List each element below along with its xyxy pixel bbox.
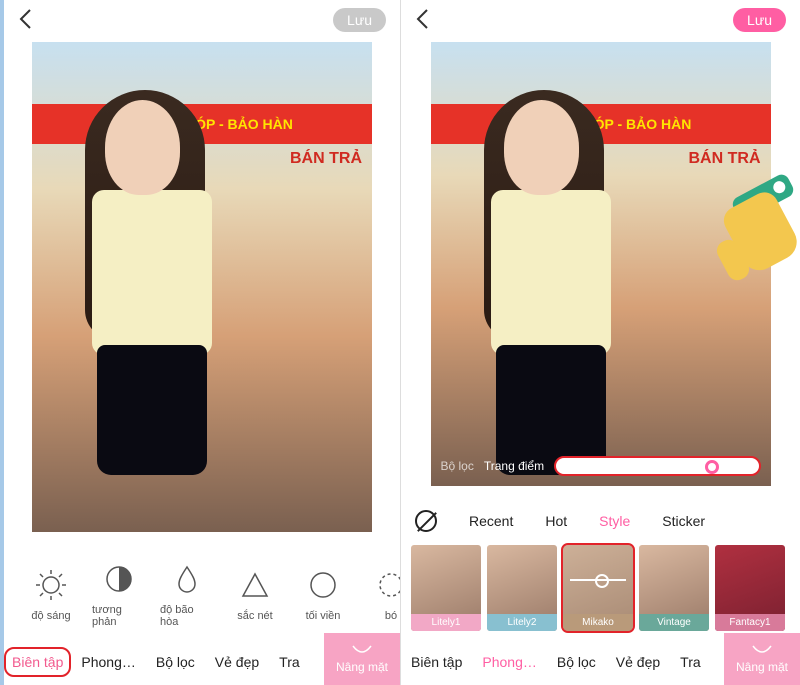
- blur-icon: [374, 568, 400, 602]
- intensity-slider[interactable]: [554, 456, 760, 476]
- save-button[interactable]: Lưu: [333, 8, 386, 32]
- tab-filter[interactable]: Bộ lọc: [146, 654, 205, 670]
- adjust-saturation[interactable]: độ bão hòa: [160, 562, 214, 628]
- tab-edit[interactable]: Biên tập: [401, 654, 472, 670]
- drop-icon: [170, 562, 204, 596]
- tab-filter[interactable]: Bộ lọc: [547, 654, 606, 670]
- face-lift-button[interactable]: Nâng mặt: [724, 633, 800, 685]
- circle-icon: [306, 568, 340, 602]
- photo-area: I SỐ - TRẢ GÓP - BẢO HÀN BÁN TRẢ: [4, 42, 400, 551]
- slider-thumb[interactable]: [705, 460, 719, 474]
- tab-more[interactable]: Tra: [670, 654, 710, 670]
- filter-litely2[interactable]: Litely2: [487, 545, 557, 631]
- filter-tab-sticker[interactable]: Sticker: [662, 513, 705, 529]
- no-filter-icon[interactable]: [415, 510, 437, 532]
- adjust-label: độ bão hòa: [160, 604, 214, 628]
- filter-tab-hot[interactable]: Hot: [545, 513, 567, 529]
- filter-label: Mikako: [563, 614, 633, 631]
- filter-category-tabs: Recent Hot Style Sticker: [401, 503, 800, 539]
- face-lift-button[interactable]: Nâng mặt: [324, 633, 400, 685]
- adjust-label: sắc nét: [237, 610, 272, 622]
- intensity-slider-row: Bộ lọc Trang điểm: [441, 456, 761, 476]
- back-icon[interactable]: [415, 8, 429, 35]
- save-button[interactable]: Lưu: [733, 8, 786, 32]
- phone-left: Lưu I SỐ - TRẢ GÓP - BẢO HÀN BÁN TRẢ độ …: [0, 0, 400, 685]
- filter-label: Vintage: [639, 614, 709, 631]
- adjust-toolbar: độ sáng tương phản độ bão hòa sắc nét tố…: [4, 551, 400, 639]
- tab-edit[interactable]: Biên tập: [4, 647, 71, 677]
- tab-more[interactable]: Tra: [269, 654, 309, 670]
- topbar: Lưu: [401, 0, 800, 42]
- photo-preview[interactable]: I SỐ - TRẢ GÓP - BẢO HÀN BÁN TRẢ Bộ lọc …: [431, 42, 771, 486]
- slider-label-makeup[interactable]: Trang điểm: [484, 459, 544, 473]
- tab-beauty[interactable]: Vẻ đẹp: [205, 654, 269, 670]
- slider-label-filter[interactable]: Bộ lọc: [441, 459, 474, 473]
- filter-tab-style[interactable]: Style: [599, 513, 630, 529]
- adjust-label: tương phản: [92, 604, 146, 628]
- photo-preview[interactable]: I SỐ - TRẢ GÓP - BẢO HÀN BÁN TRẢ: [32, 42, 372, 532]
- filter-tab-recent[interactable]: Recent: [469, 513, 513, 529]
- adjust-label: độ sáng: [31, 610, 70, 622]
- tab-style[interactable]: Phong…: [71, 654, 145, 670]
- adjust-blur[interactable]: bó: [364, 568, 400, 622]
- sun-icon: [34, 568, 68, 602]
- adjust-label: tối viền: [306, 610, 341, 622]
- adjust-label: bó: [385, 610, 397, 622]
- filter-fantacy1[interactable]: Fantacy1: [715, 545, 785, 631]
- filter-mikako[interactable]: Mikako: [563, 545, 633, 631]
- filter-label: Litely1: [411, 614, 481, 631]
- person-silhouette: [466, 90, 636, 486]
- adjust-sharpness[interactable]: sắc nét: [228, 568, 282, 622]
- filter-thumbnails: Litely1 Litely2 Mikako Vintage Fantacy1: [401, 539, 800, 639]
- topbar: Lưu: [4, 0, 400, 42]
- bottom-tabs: Biên tập Phong… Bộ lọc Vẻ đẹp Tra Nâng m…: [4, 639, 400, 685]
- filter-litely1[interactable]: Litely1: [411, 545, 481, 631]
- phone-right: Lưu I SỐ - TRẢ GÓP - BẢO HÀN BÁN TRẢ Bộ …: [400, 0, 800, 685]
- bottom-tabs: Biên tập Phong… Bộ lọc Vẻ đẹp Tra Nâng m…: [401, 639, 800, 685]
- adjust-brightness[interactable]: độ sáng: [24, 568, 78, 622]
- contrast-icon: [102, 562, 136, 596]
- photo-area: I SỐ - TRẢ GÓP - BẢO HÀN BÁN TRẢ Bộ lọc …: [401, 42, 800, 503]
- adjust-vignette[interactable]: tối viền: [296, 568, 350, 622]
- tab-beauty[interactable]: Vẻ đẹp: [606, 654, 670, 670]
- face-lift-label: Nâng mặt: [336, 660, 388, 674]
- back-icon[interactable]: [18, 8, 32, 35]
- adjust-contrast[interactable]: tương phản: [92, 562, 146, 628]
- face-lift-label: Nâng mặt: [736, 660, 788, 674]
- triangle-icon: [238, 568, 272, 602]
- filter-vintage[interactable]: Vintage: [639, 545, 709, 631]
- filter-label: Litely2: [487, 614, 557, 631]
- thumb-slider-icon: [570, 579, 626, 581]
- person-silhouette: [67, 90, 237, 510]
- filter-label: Fantacy1: [715, 614, 785, 631]
- tab-style[interactable]: Phong…: [472, 654, 546, 670]
